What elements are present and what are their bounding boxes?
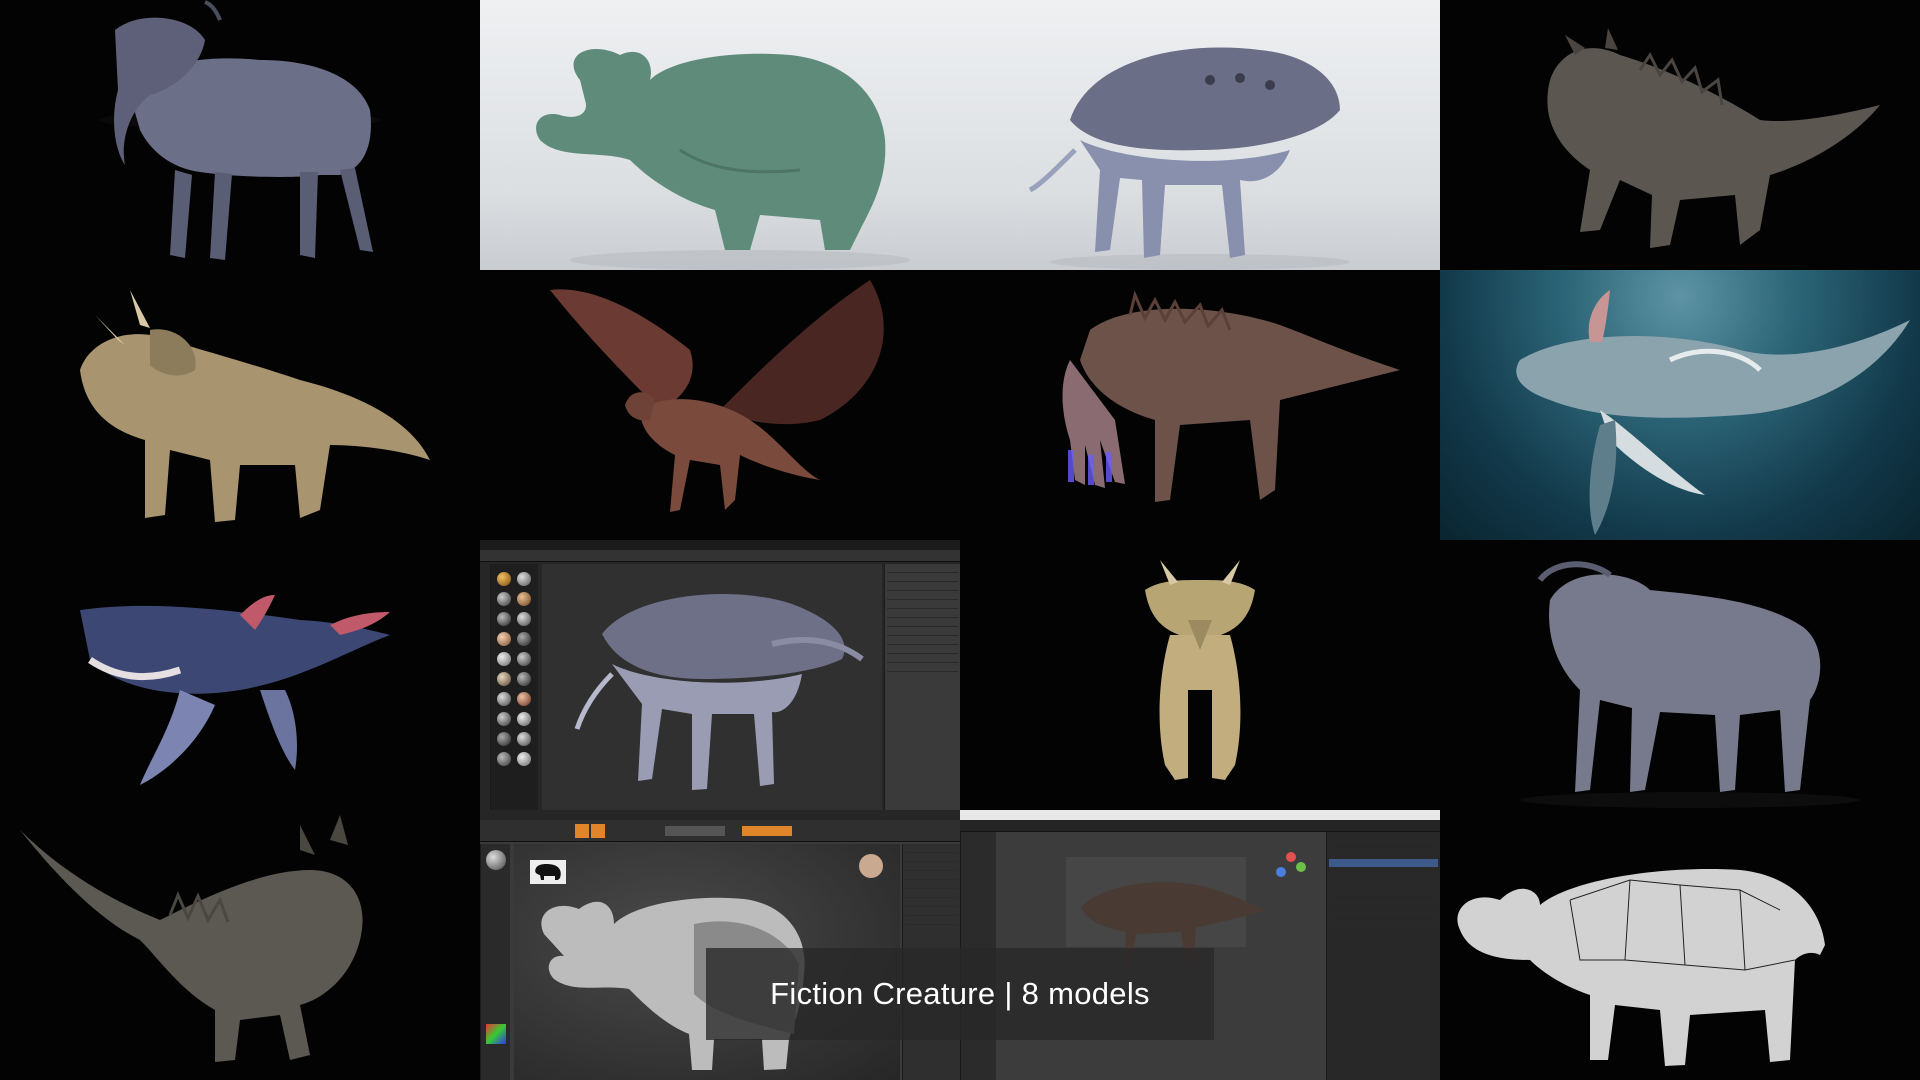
draw-tool-icon[interactable] [575, 824, 589, 838]
tile-kaiju-lizard-back [0, 810, 480, 1080]
tile-sculpt-app-spiked-quadruped [480, 540, 960, 810]
collection-title: Fiction Creature | 8 models [770, 976, 1150, 1011]
tile-flying-horned-whale [0, 540, 480, 810]
spiked-quadruped-render [1028, 47, 1350, 270]
app-title-bar [480, 540, 960, 550]
sculpt-viewport[interactable] [542, 564, 882, 810]
tile-red-dragon [480, 270, 960, 540]
collection-caption: Fiction Creature | 8 models [706, 948, 1214, 1040]
tile-triceratops-front [960, 540, 1440, 810]
tile-spiked-quadruped-studio [960, 0, 1440, 270]
tile-grey-elephant-wireframe [1440, 810, 1920, 1080]
draw-size-slider[interactable] [742, 826, 792, 836]
spiked-quadruped-sculpt [574, 594, 864, 790]
creature-collage: Fiction Creature | 8 models [0, 0, 1920, 1080]
red-dragon-render [550, 280, 884, 512]
brush-icon[interactable] [486, 850, 506, 870]
grey-elephant-wireframe-render [1457, 869, 1825, 1066]
material-palette [490, 564, 538, 810]
tile-armored-tentacle-beast [960, 270, 1440, 540]
tile-horse-creature-2 [1440, 540, 1920, 810]
tile-green-elephant [480, 0, 960, 270]
rgb-intensity-slider[interactable] [665, 826, 725, 836]
kaiju-lizard-back-render [20, 815, 363, 1062]
triceratops-side-render [80, 290, 430, 522]
zbrush-menu-bar [480, 810, 960, 820]
head-preview-icon [859, 854, 883, 878]
app-toolbar [480, 550, 960, 562]
layers-panel [884, 564, 960, 810]
horse-creature-2-render [1520, 561, 1860, 808]
horse-creature-render [100, 0, 380, 260]
zbrush-left-shelf [480, 844, 510, 1080]
zbrush-toolbar [480, 820, 960, 842]
blender-title-bar [960, 810, 1440, 820]
underwater-whale-render [1516, 290, 1910, 535]
tile-triceratops-side [0, 270, 480, 540]
kaiju-lizard-render [1547, 28, 1880, 248]
green-elephant-render [536, 49, 910, 270]
blender-outliner [1326, 832, 1440, 1080]
blender-header [960, 820, 1440, 832]
tile-horse-creature [0, 0, 480, 270]
color-picker-icon[interactable] [486, 1024, 506, 1044]
move-tool-icon[interactable] [591, 824, 605, 838]
armored-beast-render [1062, 290, 1400, 502]
tile-kaiju-lizard [1440, 0, 1920, 270]
flying-whale-render [80, 595, 390, 785]
triceratops-front-render [1145, 560, 1255, 780]
tile-underwater-horned-whale [1440, 270, 1920, 540]
